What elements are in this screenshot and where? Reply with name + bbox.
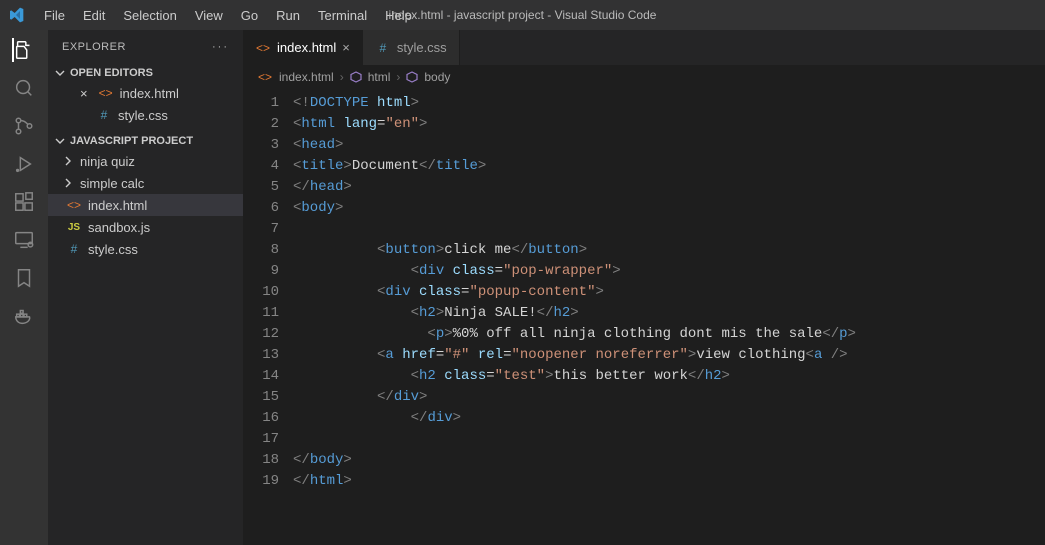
source-control-icon[interactable] — [12, 114, 36, 138]
menu-go[interactable]: Go — [233, 4, 266, 27]
remote-icon[interactable] — [12, 228, 36, 252]
open-editor-item[interactable]: × <> index.html — [48, 82, 243, 104]
chevron-down-icon — [54, 135, 66, 147]
code-line[interactable]: <div class="pop-wrapper"> — [293, 261, 1045, 282]
menu-selection[interactable]: Selection — [115, 4, 184, 27]
element-icon — [350, 71, 362, 83]
code-line[interactable]: <button>click me</button> — [293, 240, 1045, 261]
menu-terminal[interactable]: Terminal — [310, 4, 375, 27]
code-line[interactable]: <html lang="en"> — [293, 114, 1045, 135]
project-header[interactable]: JAVASCRIPT PROJECT — [48, 132, 243, 150]
bookmark-icon[interactable] — [12, 266, 36, 290]
main-menu: FileEditSelectionViewGoRunTerminalHelp — [36, 4, 420, 27]
item-label: index.html — [88, 198, 147, 213]
tab-index-html[interactable]: <> index.html × — [243, 30, 363, 65]
open-editors-label: OPEN EDITORS — [70, 67, 153, 79]
code-line[interactable]: </div> — [293, 408, 1045, 429]
chevron-right-icon — [62, 155, 74, 167]
open-editors-tree: × <> index.html # style.css — [48, 82, 243, 132]
code-line[interactable]: <!DOCTYPE html> — [293, 93, 1045, 114]
explorer-title: EXPLORER — [62, 41, 126, 53]
html-file-icon: <> — [257, 69, 273, 85]
code-line[interactable] — [293, 219, 1045, 240]
activity-bar — [0, 30, 48, 545]
code-line[interactable]: <div class="popup-content"> — [293, 282, 1045, 303]
code-line[interactable]: <title>Document</title> — [293, 156, 1045, 177]
html-file-icon: <> — [66, 197, 82, 213]
extensions-icon[interactable] — [12, 190, 36, 214]
html-file-icon: <> — [255, 40, 271, 56]
code-line[interactable]: <a href="#" rel="noopener noreferrer">vi… — [293, 345, 1045, 366]
menu-edit[interactable]: Edit — [75, 4, 113, 27]
html-file-icon: <> — [98, 85, 114, 101]
open-editor-item[interactable]: # style.css — [48, 104, 243, 126]
code-line[interactable]: </html> — [293, 471, 1045, 492]
menu-help[interactable]: Help — [377, 4, 420, 27]
breadcrumb-segment[interactable]: html — [368, 70, 391, 84]
code-line[interactable]: <p>%0% off all ninja clothing dont mis t… — [293, 324, 1045, 345]
code-line[interactable]: </body> — [293, 450, 1045, 471]
css-file-icon: # — [375, 40, 391, 56]
chevron-down-icon — [54, 67, 66, 79]
titlebar: FileEditSelectionViewGoRunTerminalHelp i… — [0, 0, 1045, 30]
file-item[interactable]: # style.css — [48, 238, 243, 260]
tab-style-css[interactable]: # style.css — [363, 30, 460, 65]
file-name: style.css — [118, 108, 168, 123]
sidebar: EXPLORER ··· OPEN EDITORS × <> index.html #… — [48, 30, 243, 545]
code-line[interactable]: </head> — [293, 177, 1045, 198]
chevron-right-icon: › — [396, 70, 400, 84]
more-icon[interactable]: ··· — [212, 41, 229, 53]
code-line[interactable]: <h2 class="test">this better work</h2> — [293, 366, 1045, 387]
open-editors-header[interactable]: OPEN EDITORS — [48, 64, 243, 82]
close-icon[interactable]: × — [342, 40, 350, 55]
chevron-right-icon: › — [340, 70, 344, 84]
js-file-icon: JS — [66, 219, 82, 235]
item-label: ninja quiz — [80, 154, 135, 169]
docker-icon[interactable] — [12, 304, 36, 328]
breadcrumb-segment[interactable]: body — [424, 70, 450, 84]
editor-tabs: <> index.html × # style.css — [243, 30, 1045, 65]
close-icon[interactable]: × — [80, 86, 88, 101]
css-file-icon: # — [66, 241, 82, 257]
file-name: index.html — [120, 86, 179, 101]
explorer-icon[interactable] — [12, 38, 36, 62]
item-label: style.css — [88, 242, 138, 257]
vscode-logo-icon — [8, 6, 26, 24]
chevron-right-icon — [62, 177, 74, 189]
item-label: simple calc — [80, 176, 144, 191]
menu-view[interactable]: View — [187, 4, 231, 27]
code-line[interactable]: <h2>Ninja SALE!</h2> — [293, 303, 1045, 324]
file-item[interactable]: JS sandbox.js — [48, 216, 243, 238]
code-line[interactable]: </div> — [293, 387, 1045, 408]
item-label: sandbox.js — [88, 220, 150, 235]
breadcrumb-segment[interactable]: index.html — [279, 70, 334, 84]
sidebar-header: EXPLORER ··· — [48, 30, 243, 64]
element-icon — [406, 71, 418, 83]
code-line[interactable] — [293, 429, 1045, 450]
code-editor[interactable]: 12345678910111213141516171819 <!DOCTYPE … — [243, 89, 1045, 545]
folder-item[interactable]: ninja quiz — [48, 150, 243, 172]
code-lines[interactable]: <!DOCTYPE html><html lang="en"><head><ti… — [293, 89, 1045, 545]
code-line[interactable]: <head> — [293, 135, 1045, 156]
search-icon[interactable] — [12, 76, 36, 100]
run-debug-icon[interactable] — [12, 152, 36, 176]
breadcrumb[interactable]: <> index.html › html › body — [243, 65, 1045, 89]
menu-run[interactable]: Run — [268, 4, 308, 27]
editor-area: <> index.html × # style.css <> index.html › htm… — [243, 30, 1045, 545]
folder-item[interactable]: simple calc — [48, 172, 243, 194]
project-label: JAVASCRIPT PROJECT — [70, 135, 193, 147]
line-numbers: 12345678910111213141516171819 — [243, 89, 293, 545]
project-tree: ninja quiz simple calc <> index.html JS sandb… — [48, 150, 243, 266]
code-line[interactable]: <body> — [293, 198, 1045, 219]
tab-label: index.html — [277, 40, 336, 55]
file-item[interactable]: <> index.html — [48, 194, 243, 216]
menu-file[interactable]: File — [36, 4, 73, 27]
css-file-icon: # — [96, 107, 112, 123]
tab-label: style.css — [397, 40, 447, 55]
